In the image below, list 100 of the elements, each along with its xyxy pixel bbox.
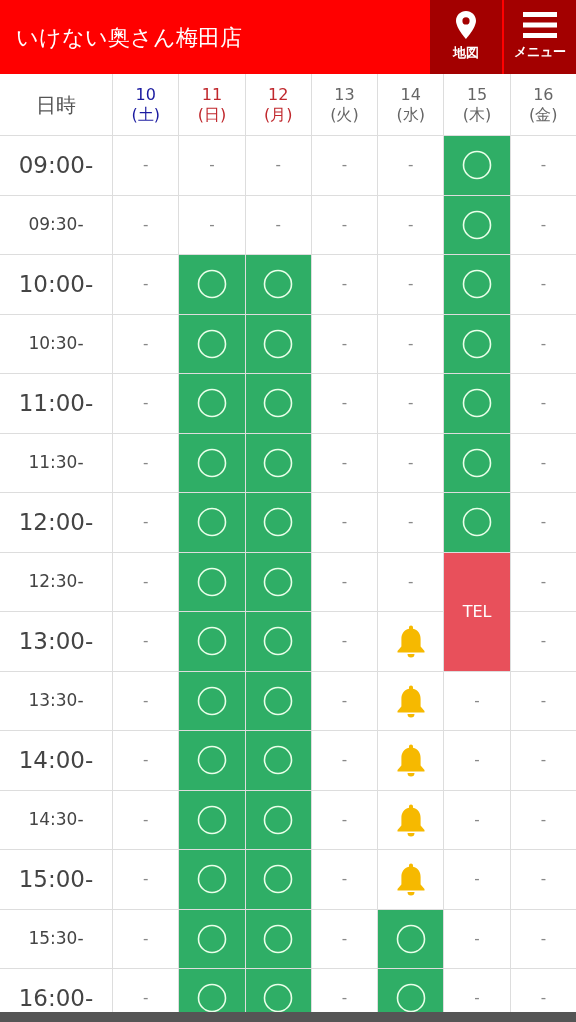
day-header: 11 (日) <box>179 74 245 135</box>
table-cell: - <box>510 255 576 314</box>
table-cell: - <box>311 671 378 730</box>
circle-icon <box>462 209 493 240</box>
menu-icon <box>523 12 557 39</box>
circle-icon <box>263 923 294 954</box>
time-label: 13:00- <box>0 612 112 671</box>
table-cell: - <box>378 136 444 195</box>
circle-icon <box>196 685 227 716</box>
bell-icon <box>395 802 426 837</box>
table-cell: - <box>444 790 510 849</box>
table-cell: - <box>113 195 179 254</box>
circle-icon <box>395 923 426 954</box>
table-cell: - <box>311 374 378 433</box>
table-cell: - <box>113 731 179 790</box>
bell-icon <box>395 862 426 897</box>
bell-icon <box>395 624 426 659</box>
time-label: 09:30- <box>0 195 112 254</box>
circle-icon <box>263 804 294 835</box>
circle-icon <box>263 685 294 716</box>
table-cell: - <box>113 314 179 373</box>
time-label: 15:30- <box>0 909 112 968</box>
table-cell: - <box>113 493 179 552</box>
table-cell: - <box>311 909 378 968</box>
circle-icon <box>263 566 294 597</box>
circle-icon <box>196 626 227 657</box>
time-label: 13:30- <box>0 671 112 730</box>
menu-button[interactable]: メニュー <box>504 0 576 74</box>
table-cell: - <box>113 969 179 1012</box>
table-cell: - <box>311 731 378 790</box>
circle-icon <box>196 804 227 835</box>
bell-icon <box>395 683 426 718</box>
circle-icon <box>263 507 294 538</box>
map-pin-icon <box>456 11 476 40</box>
table-cell: - <box>510 552 576 611</box>
map-button[interactable]: 地図 <box>430 0 502 74</box>
circle-icon <box>462 150 493 181</box>
table-cell: - <box>113 255 179 314</box>
circle-icon <box>196 923 227 954</box>
time-label: 09:00- <box>0 136 112 195</box>
day-header: 16 (金) <box>510 74 576 135</box>
table-cell: - <box>113 374 179 433</box>
table-cell: - <box>113 433 179 492</box>
table-cell: - <box>510 909 576 968</box>
circle-icon <box>263 864 294 895</box>
circle-icon <box>462 388 493 419</box>
time-label: 15:00- <box>0 850 112 909</box>
circle-icon <box>263 269 294 300</box>
circle-icon <box>196 507 227 538</box>
time-label: 12:30- <box>0 552 112 611</box>
table-cell: - <box>444 731 510 790</box>
table-cell: - <box>444 969 510 1012</box>
column-header: 日時 <box>0 74 112 135</box>
circle-icon <box>196 447 227 478</box>
day-header: 10 (土) <box>113 74 179 135</box>
table-cell: - <box>510 195 576 254</box>
table-cell: - <box>510 493 576 552</box>
circle-icon <box>263 626 294 657</box>
table-cell: - <box>444 671 510 730</box>
table-cell: - <box>311 552 378 611</box>
table-cell: - <box>311 433 378 492</box>
table-cell: - <box>311 790 378 849</box>
table-cell: - <box>311 850 378 909</box>
table-cell: - <box>311 195 378 254</box>
table-cell: - <box>510 136 576 195</box>
circle-icon <box>462 447 493 478</box>
day-header: 15 (木) <box>444 74 510 135</box>
table-cell: - <box>311 314 378 373</box>
table-cell: - <box>113 552 179 611</box>
time-label: 10:00- <box>0 255 112 314</box>
table-cell: - <box>510 314 576 373</box>
table-cell: - <box>378 552 444 611</box>
table-cell: - <box>113 790 179 849</box>
circle-icon <box>196 745 227 776</box>
table-cell: - <box>510 671 576 730</box>
day-header: 12 (月) <box>245 74 311 135</box>
table-cell: - <box>179 136 245 195</box>
table-cell: - <box>113 671 179 730</box>
table-cell: - <box>245 136 311 195</box>
time-label: 14:30- <box>0 790 112 849</box>
table-cell: - <box>113 850 179 909</box>
time-label: 10:30- <box>0 314 112 373</box>
table-cell: - <box>378 195 444 254</box>
time-label: 11:00- <box>0 374 112 433</box>
circle-icon <box>263 447 294 478</box>
shop-title: いけない奥さん梅田店 <box>15 23 243 52</box>
circle-icon <box>263 745 294 776</box>
day-header: 13 (火) <box>311 74 378 135</box>
table-cell: - <box>179 195 245 254</box>
circle-icon <box>196 388 227 419</box>
table-cell: - <box>510 790 576 849</box>
table-cell: - <box>510 850 576 909</box>
table-cell: - <box>311 612 378 671</box>
circle-icon <box>196 566 227 597</box>
table-cell: - <box>510 433 576 492</box>
table-cell: - <box>510 969 576 1012</box>
table-cell: - <box>444 850 510 909</box>
tel-cell: TEL <box>444 552 510 671</box>
table-cell: - <box>311 493 378 552</box>
table-cell: - <box>311 136 378 195</box>
